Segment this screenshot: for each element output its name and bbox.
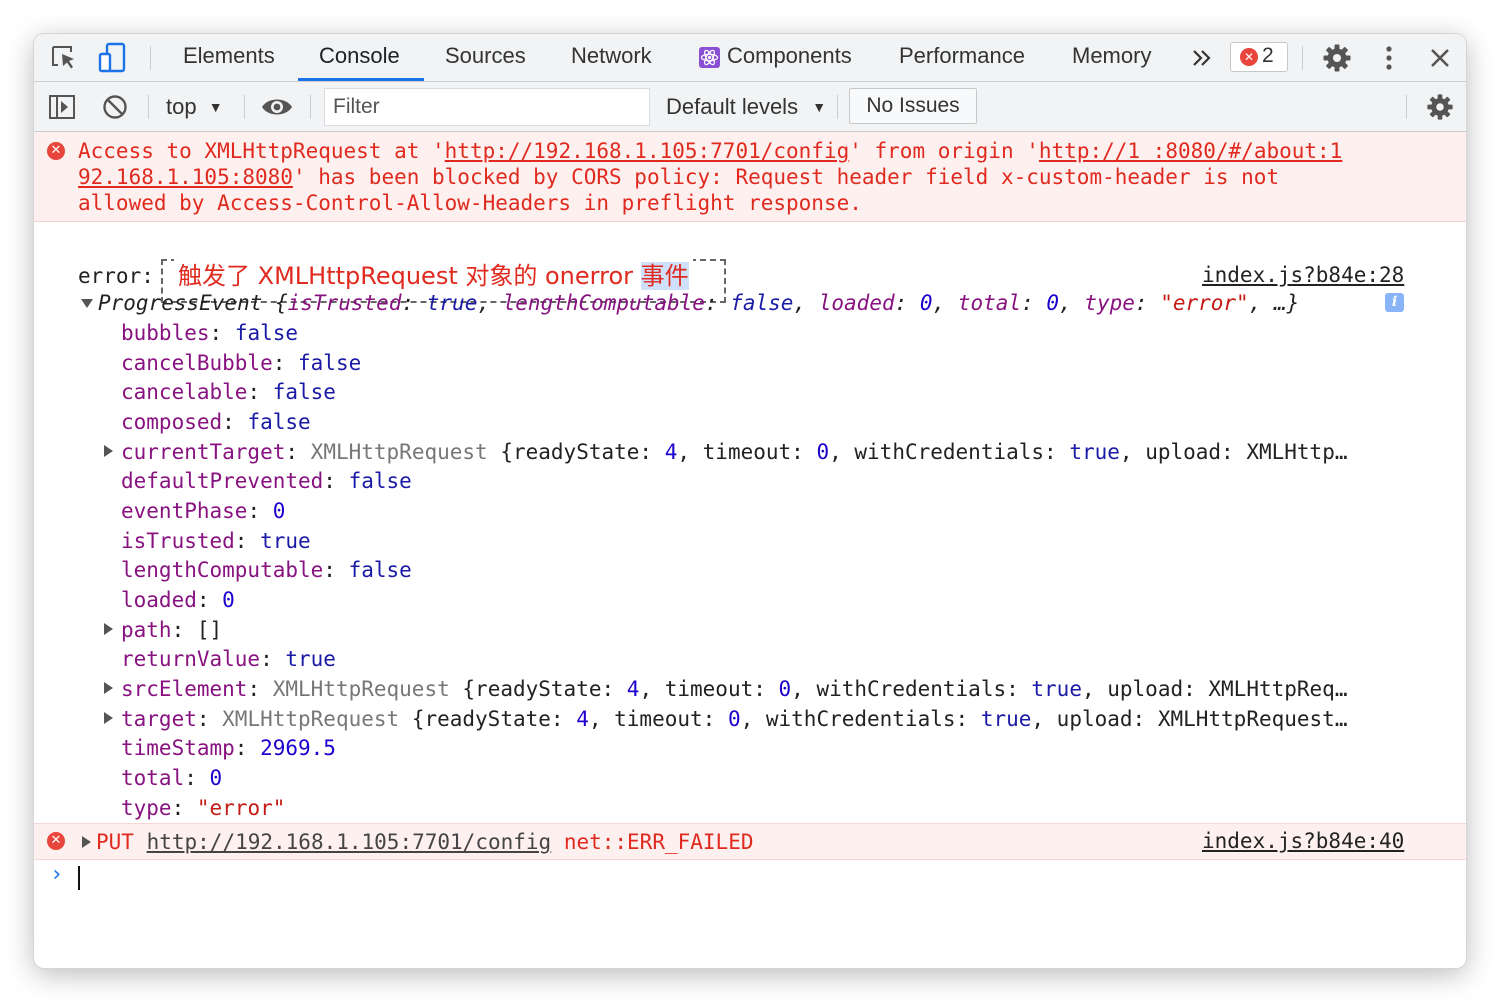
prop-composed: composed: false	[121, 410, 311, 434]
prop-path[interactable]: path: []	[121, 617, 222, 643]
prop-cancelable: cancelable: false	[121, 380, 336, 404]
issues-button[interactable]: No Issues	[849, 88, 977, 124]
log-levels-label: Default levels	[666, 94, 799, 119]
toolbar-divider	[150, 46, 151, 70]
progress-event-summary[interactable]: ProgressEvent {isTrusted: true, lengthCo…	[98, 290, 1299, 316]
request-url-link[interactable]: http://192.168.1.105:7701/config	[445, 139, 850, 163]
clear-console-icon[interactable]	[102, 94, 128, 120]
devtools-window: Elements Console Sources Network Compone…	[34, 34, 1466, 968]
prop-target[interactable]: target: XMLHttpRequest {readyState: 4, t…	[121, 706, 1347, 732]
collapse-triangle-icon[interactable]	[81, 299, 93, 308]
tab-memory[interactable]: Memory	[1072, 34, 1151, 82]
prop-defaultprevented: defaultPrevented: false	[121, 469, 412, 493]
context-selector[interactable]: top ▼	[166, 94, 223, 120]
prop-bubbles: bubbles: false	[121, 321, 299, 345]
eye-icon[interactable]	[260, 95, 294, 119]
sidebar-toggle-icon[interactable]	[48, 94, 76, 120]
close-icon[interactable]	[1428, 46, 1452, 70]
error-count: 2	[1262, 44, 1274, 67]
tab-elements[interactable]: Elements	[183, 34, 275, 82]
expand-triangle-icon[interactable]	[104, 682, 113, 694]
expand-triangle-icon[interactable]	[104, 831, 113, 843]
info-icon[interactable]: i	[1385, 293, 1404, 312]
prop-eventphase: eventPhase: 0	[121, 499, 286, 523]
origin-url-link[interactable]: http://1 :8080/#/about:1	[1039, 139, 1342, 163]
toolbar-divider	[310, 95, 311, 119]
console-output: ✕ Access to XMLHttpRequest at 'http://19…	[34, 132, 1466, 968]
tab-sources[interactable]: Sources	[445, 34, 526, 82]
prop-timestamp: timeStamp: 2969.5	[121, 736, 336, 760]
overflow-chevron-icon[interactable]	[1191, 48, 1213, 68]
log-label: error:	[78, 264, 154, 288]
toolbar-divider	[1302, 46, 1303, 70]
context-label: top	[166, 94, 197, 119]
prop-type: type: "error"	[121, 796, 286, 820]
device-toolbar-icon[interactable]	[98, 42, 128, 74]
toolbar-divider	[244, 95, 245, 119]
cors-error-text: Access to XMLHttpRequest at 'http://192.…	[78, 139, 1343, 215]
prop-istrusted: isTrusted: true	[121, 529, 311, 553]
error-x-icon: ✕	[1240, 48, 1258, 66]
tab-performance[interactable]: Performance	[899, 34, 1025, 82]
toolbar-divider	[837, 95, 838, 119]
prop-currenttarget[interactable]: currentTarget: XMLHttpRequest {readyStat…	[121, 439, 1347, 465]
prop-lengthcomputable: lengthComputable: false	[121, 558, 412, 582]
prop-loaded: loaded: 0	[121, 588, 235, 612]
console-toolbar: top ▼ Filter Default levels ▼ No Issues	[34, 82, 1466, 132]
prop-returnvalue: returnValue: true	[121, 647, 336, 671]
kebab-menu-icon[interactable]	[1379, 43, 1399, 73]
annotation-text: 触发了 XMLHttpRequest 对象的 onerror 事件	[174, 259, 693, 293]
expand-triangle-icon[interactable]	[104, 712, 113, 724]
prop-srcelement[interactable]: srcElement: XMLHttpRequest {readyState: …	[121, 676, 1347, 702]
tab-components-label: Components	[727, 43, 852, 68]
console-settings-gear-icon[interactable]	[1426, 93, 1454, 121]
cors-error-message: ✕ Access to XMLHttpRequest at 'http://19…	[34, 132, 1466, 222]
error-count-badge[interactable]: ✕ 2	[1230, 42, 1288, 72]
react-icon	[699, 47, 720, 68]
toolbar-divider	[1406, 95, 1407, 119]
active-tab-indicator	[298, 78, 424, 81]
source-link[interactable]: index.js?b84e:28	[1202, 263, 1404, 287]
toolbar-divider	[148, 95, 149, 119]
filter-input[interactable]: Filter	[324, 88, 650, 126]
dropdown-caret-icon: ▼	[208, 99, 223, 115]
inspect-element-icon[interactable]	[50, 44, 80, 72]
devtools-tabbar: Elements Console Sources Network Compone…	[34, 34, 1466, 82]
log-levels-dropdown[interactable]: Default levels ▼	[666, 94, 826, 120]
origin-url-link-cont[interactable]: 92.168.1.105:8080	[78, 165, 293, 189]
tab-network[interactable]: Network	[571, 34, 652, 82]
expand-triangle-icon[interactable]	[104, 445, 113, 457]
dropdown-caret-icon: ▼	[812, 99, 827, 115]
prop-proto[interactable]: __proto__: ProgressEvent	[121, 824, 424, 850]
error-x-icon: ✕	[47, 142, 65, 160]
gear-icon[interactable]	[1322, 43, 1352, 73]
expand-triangle-icon[interactable]	[104, 623, 113, 635]
prop-cancelbubble: cancelBubble: false	[121, 351, 362, 375]
prop-total: total: 0	[121, 766, 223, 790]
tab-console[interactable]: Console	[319, 34, 400, 82]
